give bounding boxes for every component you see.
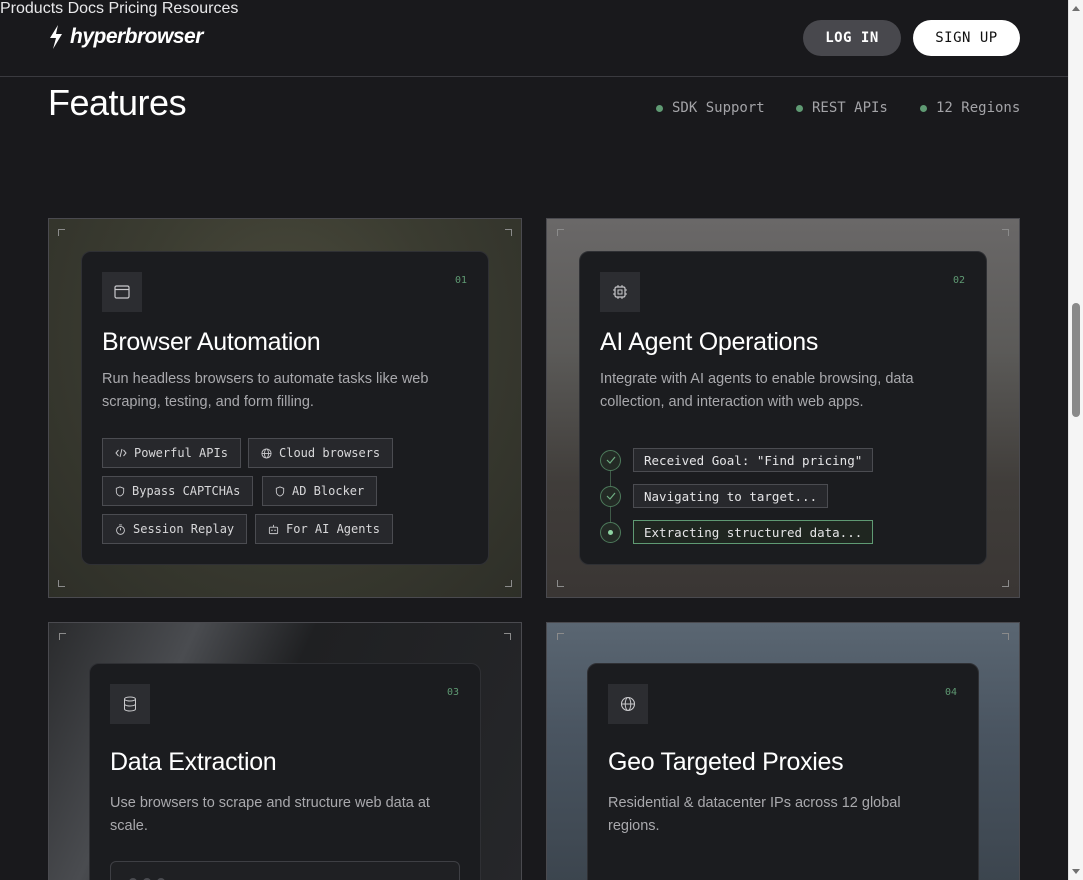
scroll-down-arrow-icon[interactable]: [1072, 869, 1080, 874]
badge-label: SDK Support: [672, 100, 765, 116]
nav-link-resources[interactable]: Resources: [162, 0, 238, 17]
step-navigating: Navigating to target...: [600, 484, 829, 508]
badge-label: 12 Regions: [936, 100, 1021, 116]
tag-label: AD Blocker: [292, 484, 365, 498]
section-title: Features: [48, 82, 187, 123]
robot-icon: [268, 524, 279, 534]
feature-tile-ai-agent-operations: 02 AI Agent Operations Integrate with AI…: [546, 218, 1020, 598]
scroll-up-arrow-icon[interactable]: [1072, 6, 1080, 11]
step-label: Navigating to target...: [633, 484, 829, 508]
scroll-thumb[interactable]: [1072, 303, 1080, 417]
check-icon: [600, 485, 621, 507]
cpu-icon: [600, 272, 640, 312]
feature-description: Run headless browsers to automate tasks …: [102, 371, 429, 410]
feature-card[interactable]: 03 Data Extraction Use browsers to scrap…: [89, 663, 481, 880]
step-label: Received Goal: "Find pricing": [633, 448, 874, 472]
nav-link-docs[interactable]: Docs: [68, 0, 104, 17]
bolt-icon: [50, 25, 62, 49]
browser-window-icon: [102, 272, 142, 312]
corner-mark: [504, 633, 511, 640]
badge-sdk-support: SDK Support: [656, 100, 765, 116]
corner-mark: [1002, 229, 1009, 236]
tag-label: Session Replay: [133, 522, 235, 536]
logo-text: hyperbrowser: [70, 25, 203, 48]
code-icon: [115, 448, 127, 458]
progress-dot-icon: [600, 521, 621, 543]
badge-rest-apis: REST APIs: [796, 100, 888, 116]
feature-title: AI Agent Operations: [600, 328, 819, 356]
page-scrollbar[interactable]: [1068, 0, 1083, 880]
feature-description: Integrate with AI agents to enable brows…: [600, 371, 914, 410]
tag-for-ai-agents[interactable]: For AI Agents: [255, 514, 393, 544]
step-received-goal: Received Goal: "Find pricing": [600, 448, 874, 472]
feature-tile-data-extraction: 03 Data Extraction Use browsers to scrap…: [48, 622, 522, 880]
feature-number: 04: [944, 687, 957, 698]
corner-mark: [58, 229, 65, 236]
globe-icon: [608, 684, 648, 724]
badge-label: REST APIs: [812, 100, 888, 116]
feature-number: 03: [446, 687, 459, 698]
corner-mark: [557, 580, 564, 587]
step-label: Extracting structured data...: [633, 520, 874, 544]
timer-icon: [116, 523, 125, 535]
badge-regions: 12 Regions: [920, 100, 1020, 116]
feature-tile-geo-proxies: 04 Geo Targeted Proxies Residential & da…: [546, 622, 1020, 880]
tag-cloud-browsers[interactable]: Cloud browsers: [248, 438, 394, 468]
status-dot-icon: [656, 104, 663, 112]
tag-label: Bypass CAPTCHAs: [132, 484, 241, 498]
feature-tags: Powerful APIs Cloud browsers Bypass CAPT…: [102, 438, 412, 544]
tag-label: For AI Agents: [286, 522, 380, 536]
shield-icon: [115, 485, 125, 497]
corner-mark: [505, 580, 512, 587]
feature-card[interactable]: 01 Browser Automation Run headless brows…: [81, 251, 489, 565]
login-button[interactable]: LOG IN: [803, 20, 901, 56]
feature-description: Residential & datacenter IPs across 12 g…: [608, 795, 901, 834]
globe-icon: [261, 447, 272, 459]
tag-ad-blocker[interactable]: AD Blocker: [262, 476, 378, 506]
signup-button[interactable]: SIGN UP: [913, 20, 1020, 56]
feature-title: Browser Automation: [102, 328, 321, 356]
shield-icon: [275, 485, 285, 497]
feature-badges: SDK Support REST APIs 12 Regions: [656, 100, 1021, 118]
database-icon: [110, 684, 150, 724]
tag-powerful-apis[interactable]: Powerful APIs: [102, 438, 241, 468]
nav-link-products[interactable]: Products: [0, 0, 63, 17]
feature-title: Data Extraction: [110, 748, 277, 776]
feature-title: Geo Targeted Proxies: [608, 748, 844, 776]
feature-number: 01: [454, 275, 467, 286]
tag-bypass-captchas[interactable]: Bypass CAPTCHAs: [102, 476, 254, 506]
feature-card[interactable]: 04 Geo Targeted Proxies Residential & da…: [587, 663, 979, 880]
agent-steps: Received Goal: "Find pricing" Navigating…: [600, 448, 900, 548]
step-extracting: Extracting structured data...: [600, 520, 874, 544]
logo[interactable]: hyperbrowser: [48, 25, 203, 49]
feature-card[interactable]: 02 AI Agent Operations Integrate with AI…: [579, 251, 987, 565]
feature-number: 02: [952, 275, 965, 286]
tag-label: Cloud browsers: [279, 446, 381, 460]
feature-tile-browser-automation: 01 Browser Automation Run headless brows…: [48, 218, 522, 598]
status-dot-icon: [920, 104, 927, 112]
corner-mark: [1002, 580, 1009, 587]
corner-mark: [557, 229, 564, 236]
corner-mark: [557, 633, 564, 640]
browser-preview: [110, 861, 460, 880]
corner-mark: [505, 229, 512, 236]
nav-link-pricing[interactable]: Pricing: [109, 0, 158, 17]
corner-mark: [58, 580, 65, 587]
feature-description: Use browsers to scrape and structure web…: [110, 795, 430, 834]
corner-mark: [1002, 633, 1009, 640]
tag-session-replay[interactable]: Session Replay: [102, 514, 248, 544]
top-nav: hyperbrowser Products Docs Pricing Resou…: [0, 0, 1068, 77]
tag-label: Powerful APIs: [134, 446, 228, 460]
status-dot-icon: [796, 104, 803, 112]
check-icon: [600, 449, 621, 471]
corner-mark: [59, 633, 66, 640]
